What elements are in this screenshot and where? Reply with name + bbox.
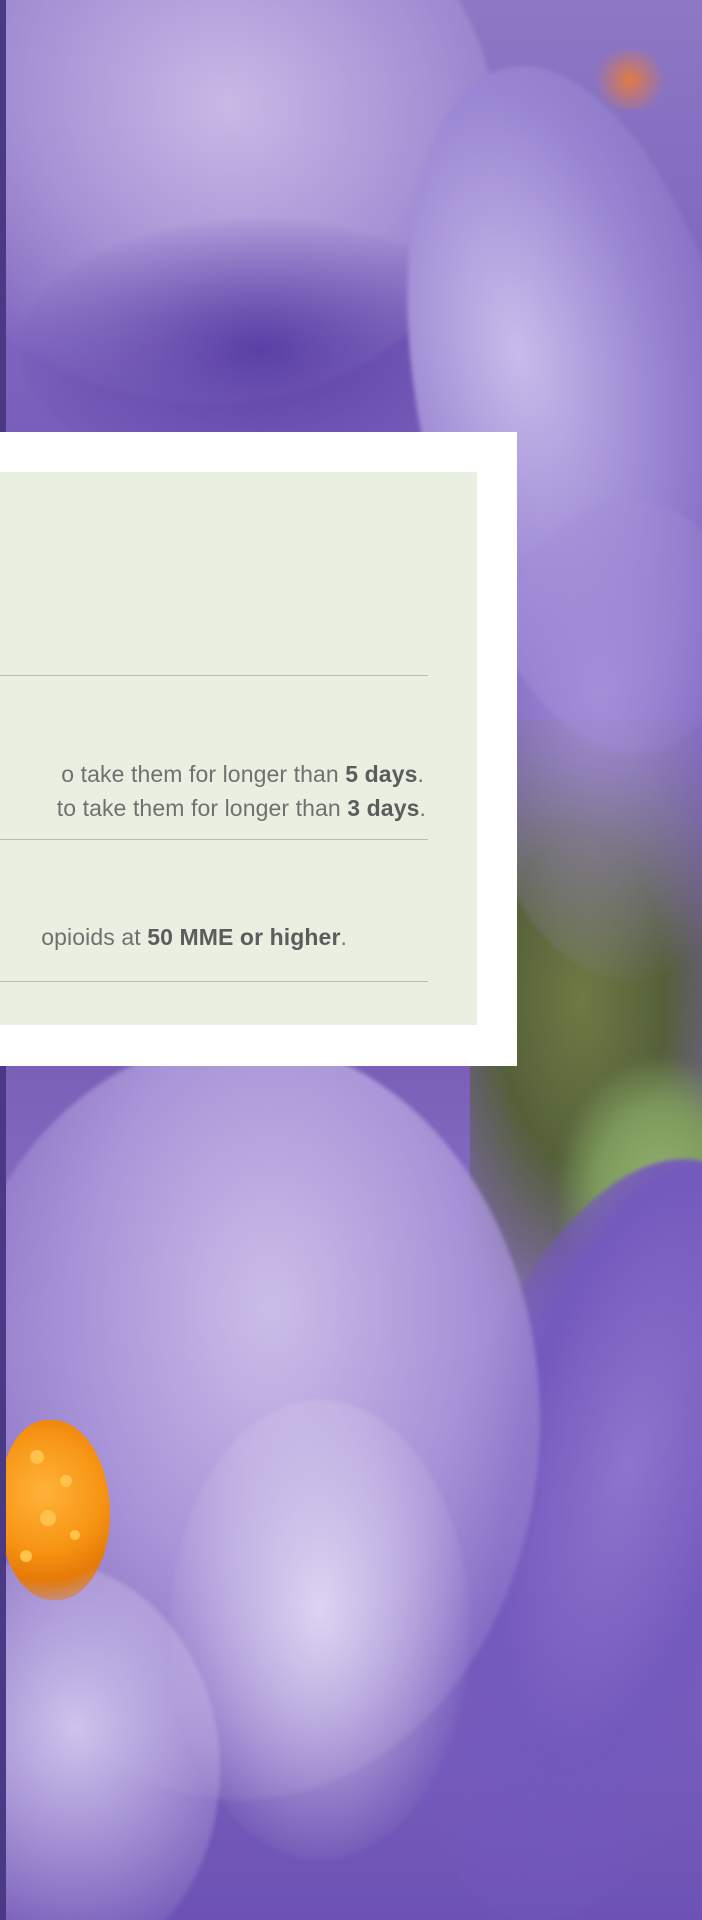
guideline-line-1: o take them for longer than 5 days. <box>61 761 424 788</box>
guideline-line-2-emphasis: 3 days <box>347 795 420 821</box>
section-divider <box>0 675 428 676</box>
info-card-panel: o take them for longer than 5 days. to t… <box>0 472 477 1025</box>
guideline-line-2: to take them for longer than 3 days. <box>57 795 426 822</box>
section-divider <box>0 839 428 840</box>
guideline-line-1-suffix: . <box>417 761 424 787</box>
guideline-line-3-prefix: opioids at <box>41 924 148 950</box>
pollen-dot <box>30 1450 44 1464</box>
pollen-dot <box>40 1510 56 1526</box>
guideline-line-2-suffix: . <box>419 795 426 821</box>
pollen-dot <box>20 1550 32 1562</box>
pollen-dot <box>70 1530 80 1540</box>
info-card-frame: o take them for longer than 5 days. to t… <box>0 432 517 1066</box>
guideline-line-3: opioids at 50 MME or higher. <box>41 924 347 951</box>
guideline-line-1-prefix: o take them for longer than <box>61 761 346 787</box>
guideline-line-3-suffix: . <box>340 924 347 950</box>
guideline-line-3-emphasis: 50 MME or higher <box>147 924 341 950</box>
pollen-dot <box>60 1475 72 1487</box>
guideline-line-2-prefix: to take them for longer than <box>56 795 348 821</box>
guideline-line-1-emphasis: 5 days <box>345 761 418 787</box>
section-divider <box>0 981 428 982</box>
petal-orange-tip <box>590 50 670 110</box>
